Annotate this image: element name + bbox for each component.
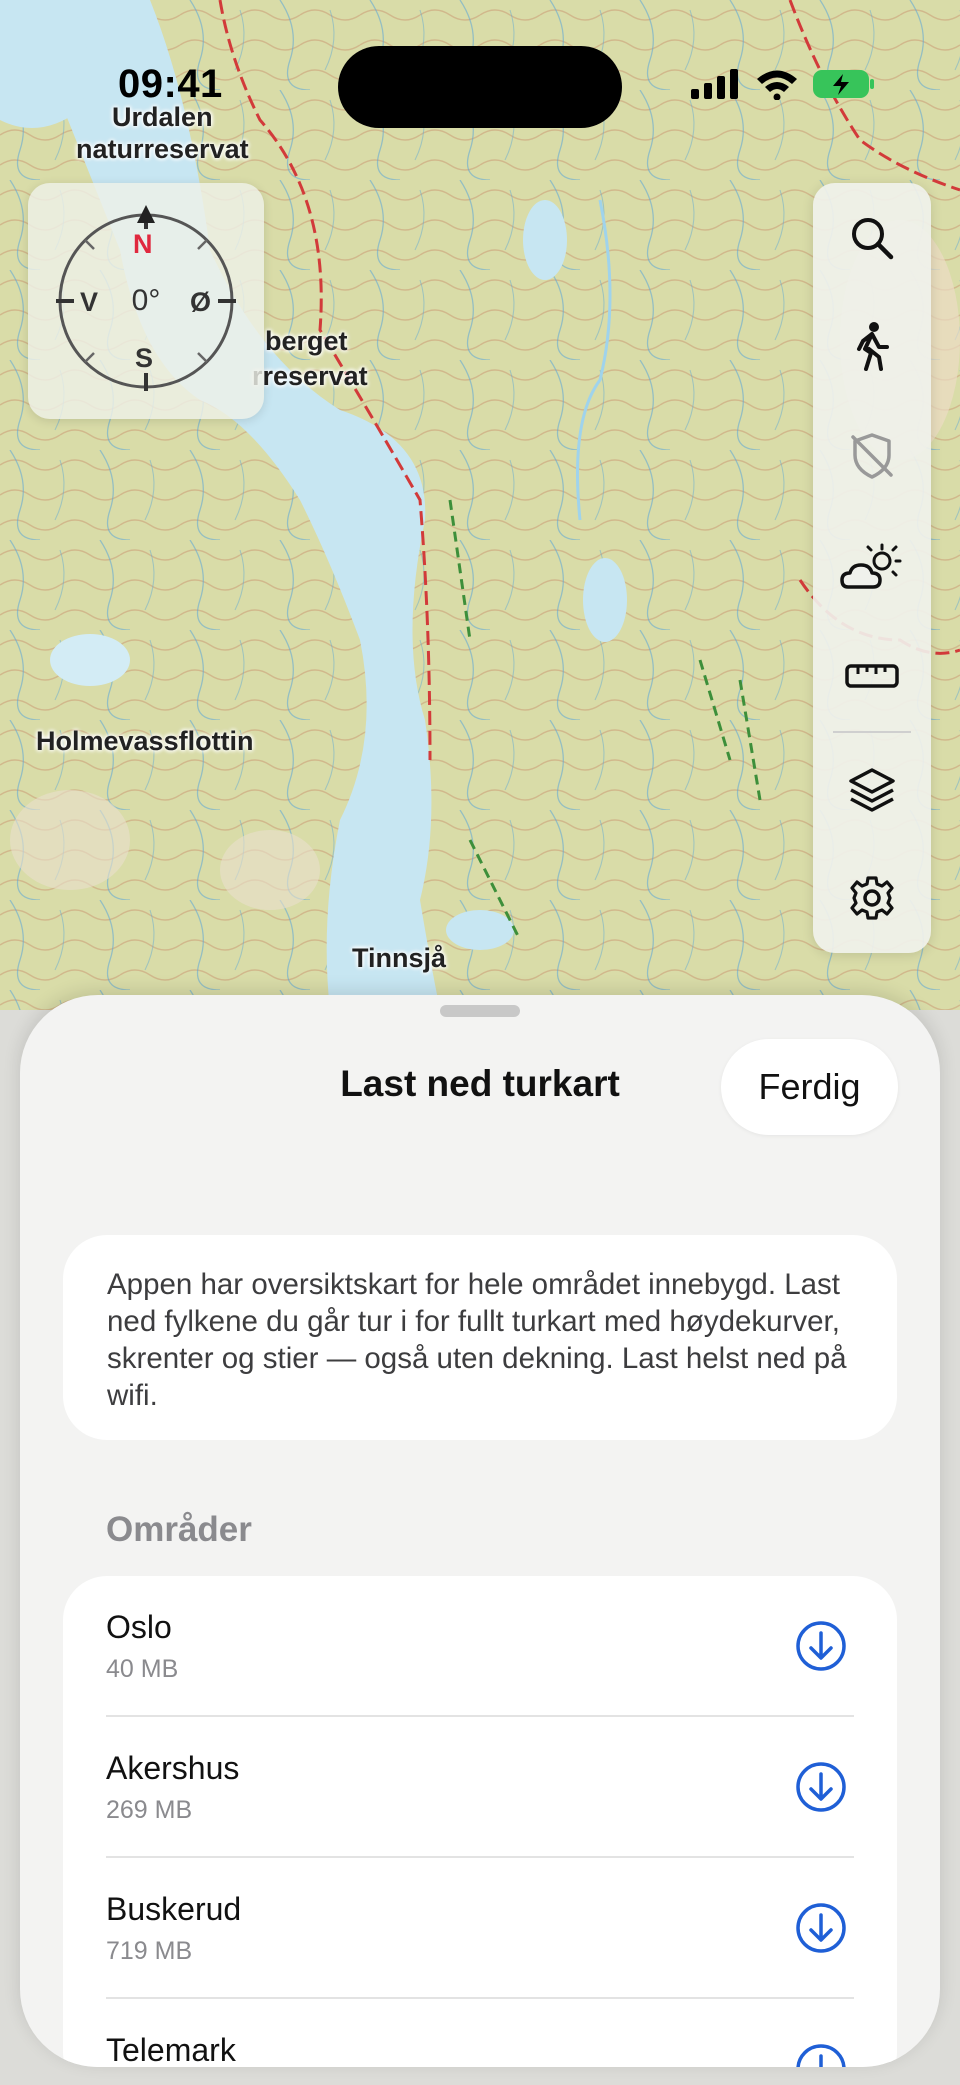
- compass-north-label: N: [133, 229, 153, 259]
- info-card: Appen har oversiktskart for hele området…: [63, 1235, 897, 1440]
- region-size: 269 MB: [106, 1796, 193, 1824]
- compass-widget[interactable]: N S V Ø 0°: [28, 183, 264, 419]
- ruler-button[interactable]: [832, 636, 912, 716]
- region-name: Buskerud: [106, 1891, 242, 1927]
- map-label-holmevassflottin: Holmevassflottin: [36, 726, 254, 756]
- dynamic-island: [338, 46, 622, 128]
- download-icon[interactable]: [794, 1760, 848, 1814]
- compass-heading: 0°: [131, 284, 161, 317]
- battery-charging-icon: [813, 69, 875, 104]
- settings-button[interactable]: [832, 858, 912, 938]
- list-item-akershus[interactable]: Akershus 269 MB: [63, 1717, 897, 1858]
- status-time: 09:41: [118, 62, 223, 106]
- download-icon[interactable]: [794, 1901, 848, 1955]
- shield-toggle-button[interactable]: [832, 416, 912, 496]
- compass-south-label: S: [135, 343, 154, 373]
- region-size: 40 MB: [106, 1655, 179, 1683]
- wifi-icon: [755, 68, 799, 105]
- download-icon[interactable]: [794, 1619, 848, 1673]
- toolbar-divider: [833, 731, 911, 733]
- search-button[interactable]: [832, 198, 912, 278]
- status-icons: [691, 68, 875, 105]
- download-icon[interactable]: [794, 2042, 848, 2067]
- hiking-icon: [857, 322, 889, 371]
- shield-off-icon: [851, 433, 893, 479]
- done-button[interactable]: Ferdig: [721, 1039, 898, 1135]
- list-item-oslo[interactable]: Oslo 40 MB: [63, 1576, 897, 1717]
- settings-icon: [850, 876, 894, 920]
- region-name: Akershus: [106, 1750, 240, 1786]
- list-item-telemark[interactable]: Telemark: [63, 1999, 897, 2067]
- search-icon: [852, 218, 894, 260]
- list-item-buskerud[interactable]: Buskerud 719 MB: [63, 1858, 897, 1999]
- region-size: 719 MB: [106, 1937, 193, 1965]
- regions-list: Oslo 40 MB Akershus 269 MB Buskerud 719 …: [63, 1576, 897, 2067]
- ruler-icon: [845, 664, 899, 688]
- map-label-reservat: rreservat: [252, 361, 368, 391]
- map-label-tinnsja: Tinnsjå: [352, 943, 447, 973]
- info-text: Appen har oversiktskart for hele området…: [107, 1268, 847, 1412]
- download-maps-sheet: Last ned turkart Ferdig Appen har oversi…: [20, 995, 940, 2067]
- section-header-areas: Områder: [106, 1510, 252, 1549]
- hiking-mode-button[interactable]: [832, 306, 912, 386]
- weather-icon: [840, 543, 902, 589]
- layers-icon: [849, 768, 895, 812]
- sheet-grabber[interactable]: [440, 1005, 520, 1017]
- map-label-berget: berget: [265, 326, 348, 356]
- layers-button[interactable]: [832, 750, 912, 830]
- cellular-signal-icon: [691, 69, 741, 104]
- map-toolbar: [813, 183, 931, 953]
- region-name: Oslo: [106, 1609, 172, 1645]
- region-name: Telemark: [106, 2032, 236, 2067]
- weather-button[interactable]: [832, 528, 912, 608]
- map-label-urdalen: Urdalen naturreservat: [76, 102, 249, 165]
